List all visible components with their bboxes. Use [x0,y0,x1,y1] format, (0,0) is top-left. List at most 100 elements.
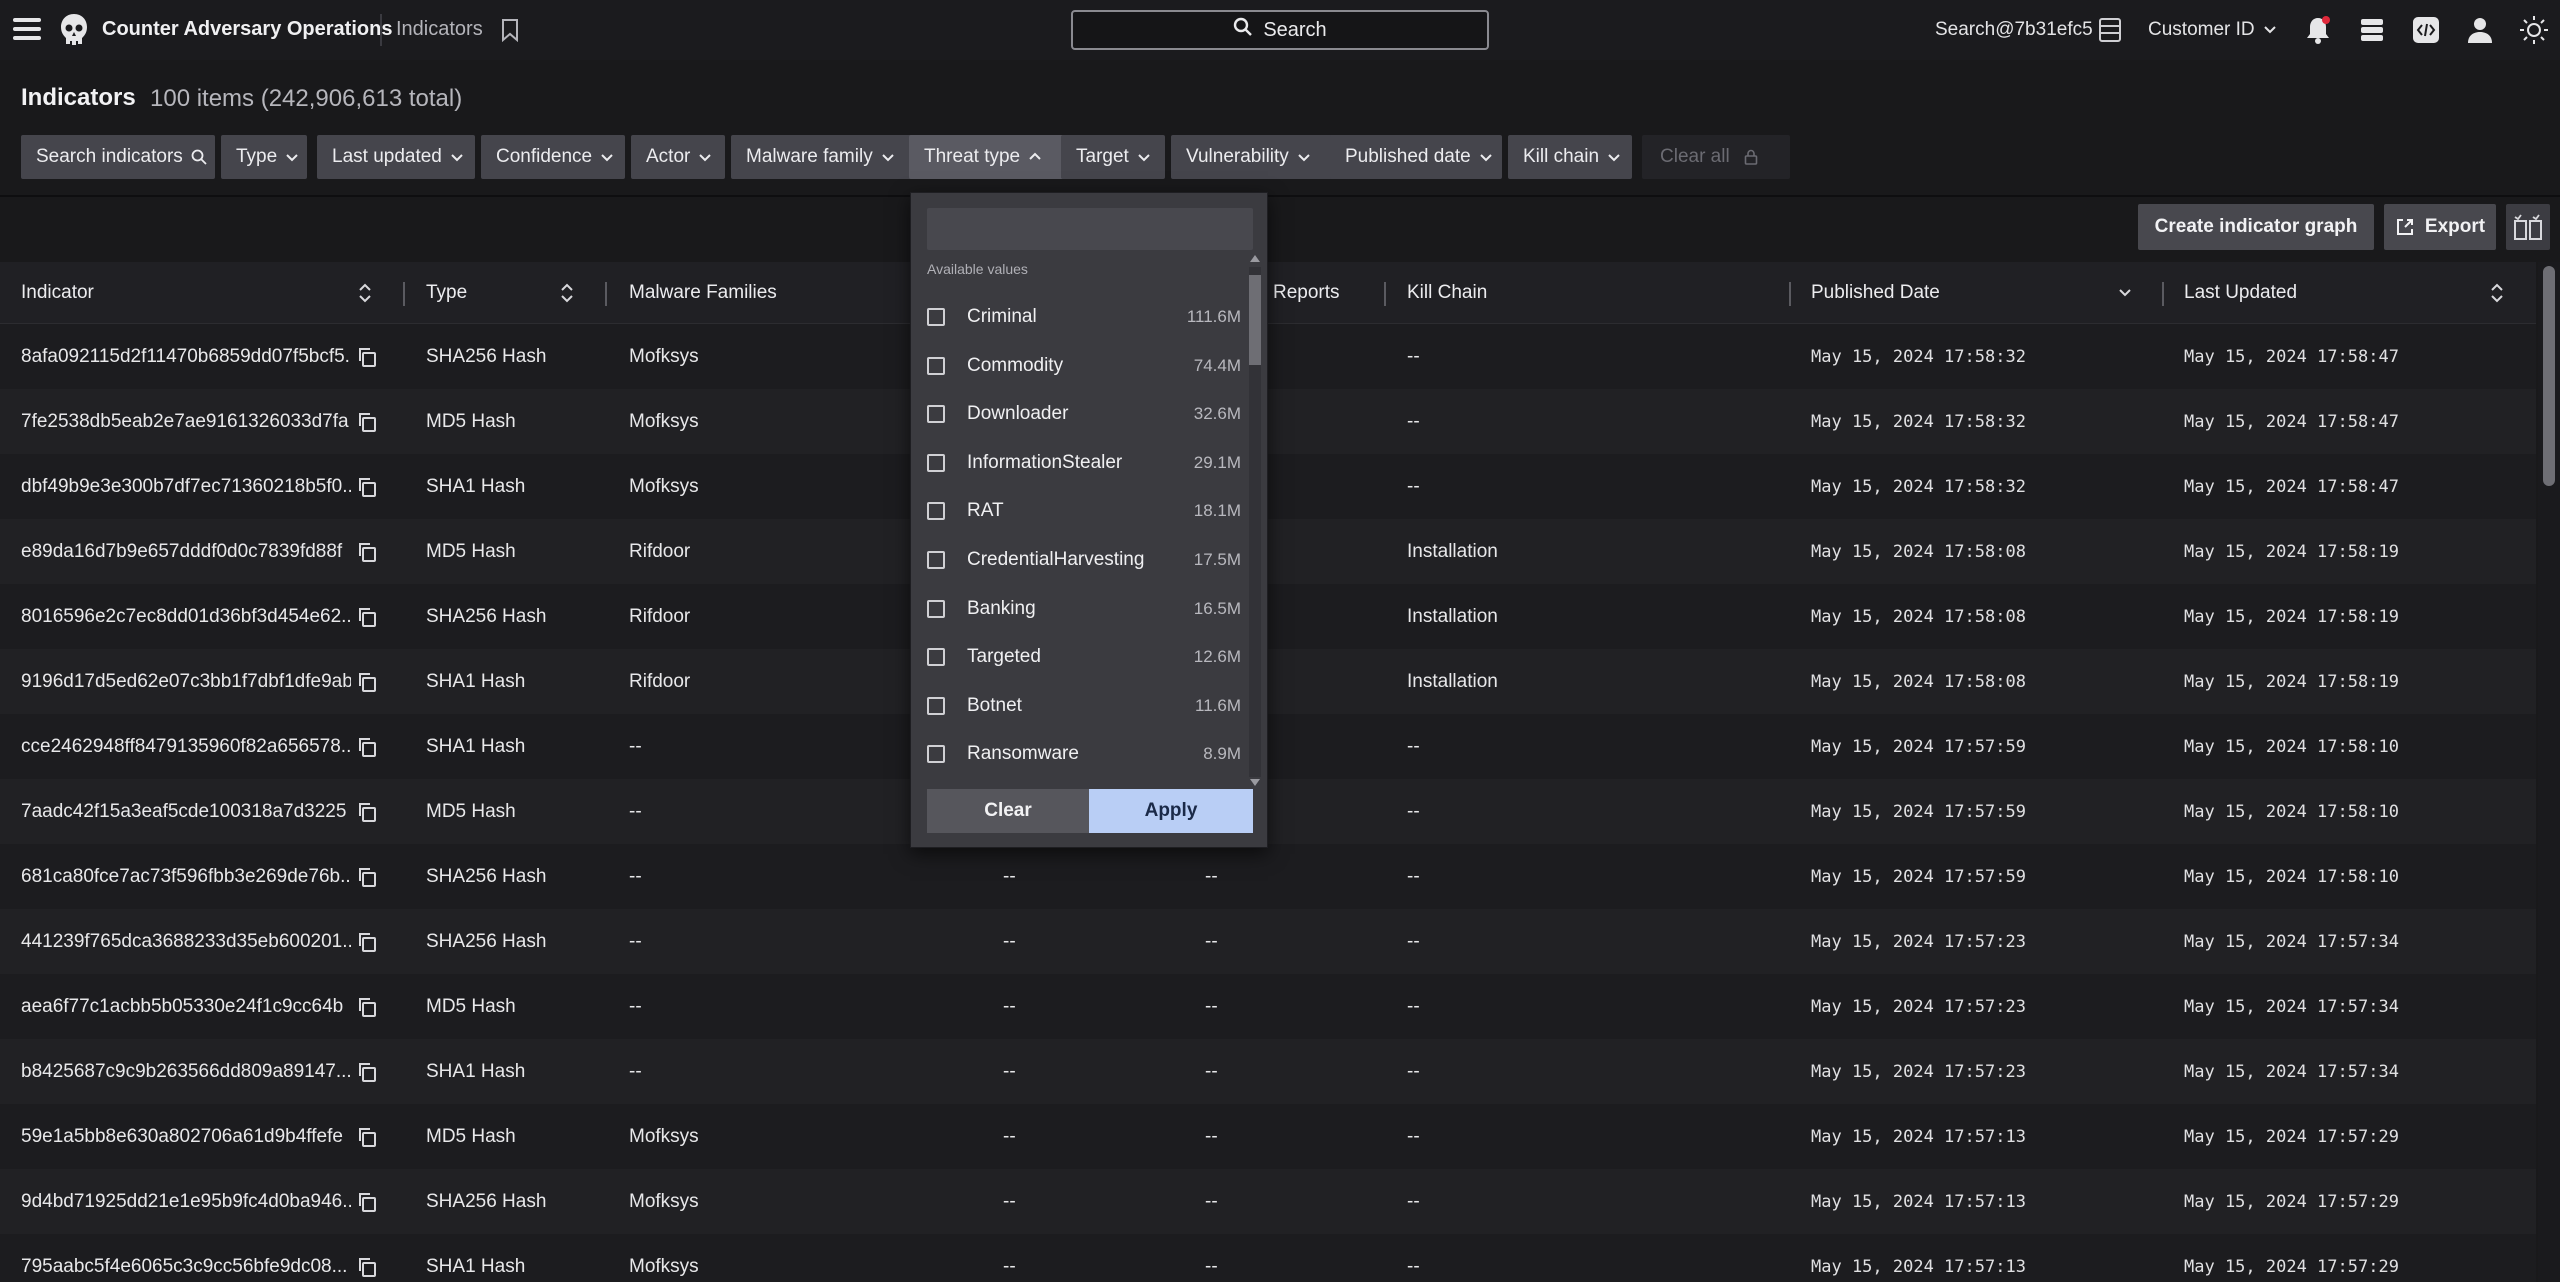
clear-all-button[interactable]: Clear all [1642,135,1790,179]
filter-last-updated[interactable]: Last updated [317,135,475,179]
database-icon[interactable] [2094,14,2126,46]
cell-indicator[interactable]: dbf49b9e3e300b7df7ec71360218b5f0... [21,454,351,519]
cell-indicator[interactable]: 795aabc5f4e6065c3c9cc56bfe9dc08... [21,1234,351,1282]
copy-icon[interactable] [356,1061,378,1083]
cell-indicator[interactable]: 9d4bd71925dd21e1e95b9fc4d0ba946... [21,1169,351,1234]
option-checkbox[interactable] [927,745,945,764]
cell-indicator[interactable]: cce2462948ff8479135960f82a656578... [21,714,351,779]
copy-icon[interactable] [356,1126,378,1148]
option-checkbox[interactable] [927,453,945,472]
search-indicators-button[interactable]: Search indicators [21,135,215,179]
column-header-last-updated[interactable]: Last Updated [2184,262,2297,324]
customer-id-dropdown[interactable]: Customer ID [2148,10,2277,50]
option-checkbox[interactable] [927,356,945,375]
threat-type-search-input[interactable] [927,208,1253,250]
user-profile-icon[interactable] [2464,14,2496,46]
table-row[interactable]: aea6f77c1acbb5b05330e24f1c9cc64b MD5 Hash… [0,974,2536,1039]
threat-type-option[interactable]: InformationStealer 29.1M [925,439,1241,487]
cell-indicator[interactable]: aea6f77c1acbb5b05330e24f1c9cc64b [21,974,351,1039]
threat-type-option[interactable]: Targeted 12.6M [925,633,1241,681]
filter-kill-chain[interactable]: Kill chain [1508,135,1632,179]
filter-type[interactable]: Type [221,135,307,179]
table-row[interactable]: b8425687c9c9b263566dd809a89147... SHA1 Ha… [0,1039,2536,1104]
option-checkbox[interactable] [927,648,945,667]
column-settings-button[interactable] [2506,204,2550,250]
option-checkbox[interactable] [927,502,945,521]
copy-icon[interactable] [356,1256,378,1278]
stacked-layers-icon[interactable] [2356,14,2388,46]
global-search-button[interactable]: Search [1071,10,1489,50]
search-user-label[interactable]: Search@7b31efc5 [1935,10,2093,50]
falcon-logo-icon[interactable] [58,12,90,48]
table-row[interactable]: 9196d17d5ed62e07c3bb1f7dbf1dfe9ab... SHA1… [0,649,2536,714]
cell-indicator[interactable]: 7aadc42f15a3eaf5cde100318a7d3225 [21,779,351,844]
option-checkbox[interactable] [927,308,945,326]
table-row[interactable]: cce2462948ff8479135960f82a656578... SHA1 … [0,714,2536,779]
cell-indicator[interactable]: 441239f765dca3688233d35eb600201... [21,909,351,974]
option-checkbox[interactable] [927,599,945,618]
table-row[interactable]: 441239f765dca3688233d35eb600201... SHA256… [0,909,2536,974]
table-row[interactable]: 681ca80fce7ac73f596fbb3e269de76b... SHA25… [0,844,2536,909]
dropdown-apply-button[interactable]: Apply [1089,789,1253,833]
cell-indicator[interactable]: 8016596e2c7ec8dd01d36bf3d454e62... [21,584,351,649]
sort-icon[interactable] [560,282,574,304]
filter-actor[interactable]: Actor [631,135,725,179]
filter-target[interactable]: Target [1061,135,1165,179]
app-title[interactable]: Counter Adversary Operations [102,18,392,41]
column-header-reports[interactable]: Reports [1273,262,1340,324]
scroll-down-icon[interactable] [1250,779,1260,786]
column-header-indicator[interactable]: Indicator [21,262,94,324]
dropdown-scrollbar[interactable] [1245,255,1265,786]
filter-published-date[interactable]: Published date [1330,135,1502,179]
table-row[interactable]: 59e1a5bb8e630a802706a61d9b4ffefe MD5 Hash… [0,1104,2536,1169]
cell-indicator[interactable]: 59e1a5bb8e630a802706a61d9b4ffefe [21,1104,351,1169]
column-header-malware-families[interactable]: Malware Families [629,262,777,324]
scrollbar-thumb[interactable] [2543,266,2555,486]
cell-indicator[interactable]: e89da16d7b9e657dddf0d0c7839fd88f [21,519,351,584]
export-button[interactable]: Export [2384,204,2496,250]
code-icon[interactable] [2410,14,2442,46]
threat-type-option[interactable]: Downloader 32.6M [925,390,1241,438]
sort-icon[interactable] [358,282,372,304]
menu-icon[interactable] [12,14,42,44]
threat-type-option[interactable]: CredentialHarvesting 17.5M [925,536,1241,584]
filter-confidence[interactable]: Confidence [481,135,625,179]
filter-threat-type[interactable]: Threat type [909,135,1075,179]
threat-type-option[interactable]: Banking 16.5M [925,585,1241,633]
threat-type-option[interactable]: Botnet 11.6M [925,682,1241,730]
table-scrollbar[interactable] [2538,262,2560,1282]
table-row[interactable]: 7fe2538db5eab2e7ae9161326033d7fa MD5 Hash… [0,389,2536,454]
scroll-up-icon[interactable] [1250,255,1260,262]
threat-type-option[interactable]: Criminal 111.6M [925,293,1241,341]
cell-indicator[interactable]: 681ca80fce7ac73f596fbb3e269de76b... [21,844,351,909]
cell-indicator[interactable]: b8425687c9c9b263566dd809a89147... [21,1039,351,1104]
copy-icon[interactable] [356,801,378,823]
column-header-type[interactable]: Type [426,262,467,324]
copy-icon[interactable] [356,996,378,1018]
cell-indicator[interactable]: 9196d17d5ed62e07c3bb1f7dbf1dfe9ab... [21,649,351,714]
copy-icon[interactable] [356,866,378,888]
option-checkbox[interactable] [927,405,945,424]
table-row[interactable]: dbf49b9e3e300b7df7ec71360218b5f0... SHA1 … [0,454,2536,519]
sort-icon[interactable] [2490,282,2504,304]
filter-vulnerability[interactable]: Vulnerability [1171,135,1335,179]
cell-indicator[interactable]: 7fe2538db5eab2e7ae9161326033d7fa [21,389,351,454]
column-header-published-date[interactable]: Published Date [1811,262,1940,324]
copy-icon[interactable] [356,931,378,953]
copy-icon[interactable] [356,346,378,368]
bookmark-icon[interactable] [500,18,520,42]
cell-indicator[interactable]: 8afa092115d2f11470b6859dd07f5bcf5... [21,324,351,389]
table-row[interactable]: 7aadc42f15a3eaf5cde100318a7d3225 MD5 Hash… [0,779,2536,844]
theme-sun-icon[interactable] [2518,14,2550,46]
option-checkbox[interactable] [927,551,945,569]
column-header-kill-chain[interactable]: Kill Chain [1407,262,1487,324]
copy-icon[interactable] [356,736,378,758]
threat-type-option[interactable]: Ransomware 8.9M [925,730,1241,778]
threat-type-option[interactable]: Commodity 74.4M [925,342,1241,390]
table-row[interactable]: 9d4bd71925dd21e1e95b9fc4d0ba946... SHA256… [0,1169,2536,1234]
dropdown-clear-button[interactable]: Clear [927,789,1089,833]
copy-icon[interactable] [356,476,378,498]
copy-icon[interactable] [356,411,378,433]
table-row[interactable]: 8016596e2c7ec8dd01d36bf3d454e62... SHA256… [0,584,2536,649]
table-row[interactable]: e89da16d7b9e657dddf0d0c7839fd88f MD5 Hash… [0,519,2536,584]
